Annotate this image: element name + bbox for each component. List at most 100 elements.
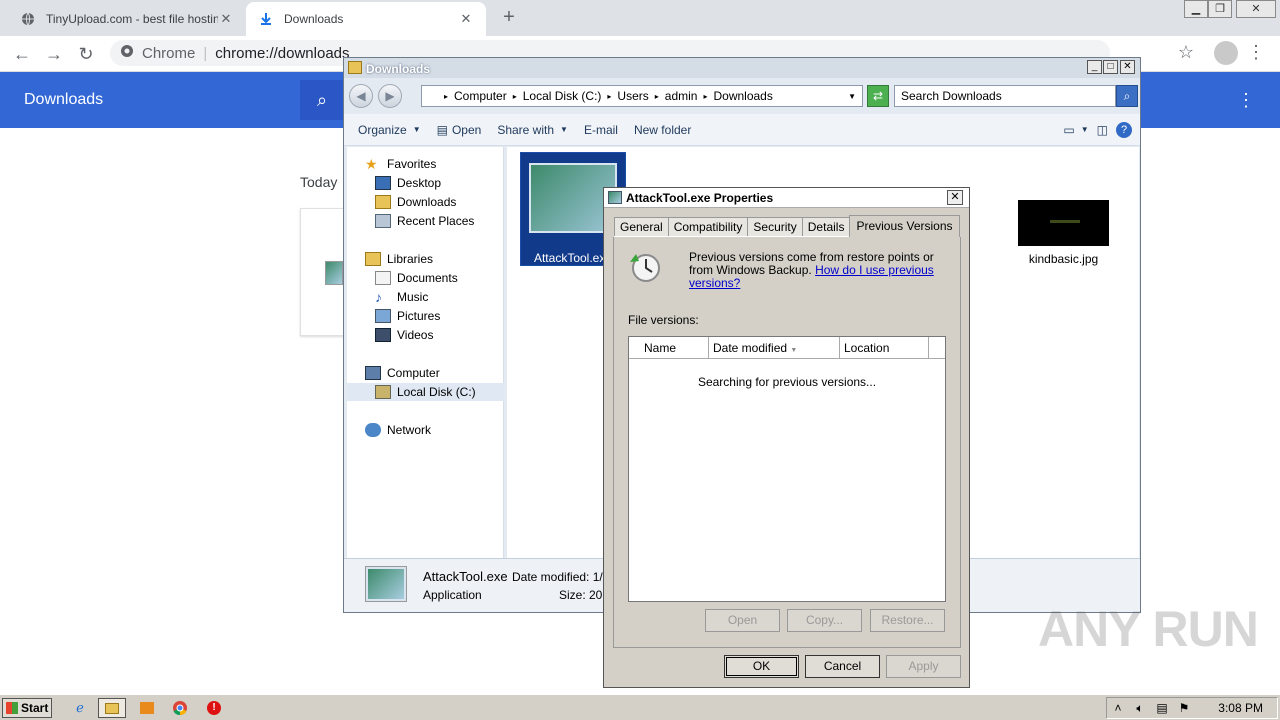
tab-security[interactable]: Security: [747, 217, 803, 237]
nav-videos[interactable]: Videos: [375, 328, 433, 342]
tab-previous-versions[interactable]: Previous Versions: [849, 215, 960, 237]
music-icon: ♪: [375, 289, 382, 305]
restore-button[interactable]: ❐: [1208, 0, 1232, 18]
breadcrumb[interactable]: ▸ Computer ▸ Local Disk (C:) ▸ Users ▸ a…: [421, 85, 863, 107]
breadcrumb-item[interactable]: Local Disk (C:): [523, 89, 602, 103]
nav-desktop[interactable]: Desktop: [375, 176, 441, 190]
nav-network[interactable]: Network: [365, 423, 431, 437]
breadcrumb-item[interactable]: admin: [665, 89, 698, 103]
chevron-right-icon: ▸: [703, 91, 708, 101]
star-icon: ★: [365, 156, 378, 172]
breadcrumb-item[interactable]: Downloads: [713, 89, 772, 103]
breadcrumb-item[interactable]: Users: [617, 89, 648, 103]
tab-general[interactable]: General: [614, 217, 669, 237]
omnibox-separator: |: [203, 44, 208, 62]
documents-icon: [375, 271, 391, 285]
system-tray: ˄ 🔈︎ ▤ ⚑ 3:08 PM: [1106, 697, 1278, 719]
search-icon[interactable]: ⌕: [300, 80, 344, 120]
email-button[interactable]: E-mail: [584, 123, 618, 137]
view-options-icon[interactable]: ▭ ▼: [1063, 123, 1088, 137]
tab-tinyupload[interactable]: TinyUpload.com - best file hosting sc ✕: [8, 2, 246, 36]
dialog-titlebar: AttackTool.exe Properties ✕: [604, 188, 969, 208]
media-player-icon[interactable]: [133, 698, 161, 718]
close-window-button[interactable]: ✕: [1236, 0, 1276, 18]
file-thumbnail[interactable]: [1018, 200, 1109, 246]
chrome-taskbar-icon[interactable]: [166, 698, 194, 718]
nav-documents[interactable]: Documents: [375, 271, 458, 285]
stop-icon[interactable]: !: [200, 698, 228, 718]
forward-button[interactable]: ▶: [378, 84, 402, 108]
nav-local-disk[interactable]: Local Disk (C:): [375, 385, 476, 399]
column-location[interactable]: Location: [840, 337, 929, 359]
dialog-title: AttackTool.exe Properties: [626, 191, 774, 205]
restore-button[interactable]: Restore...: [870, 609, 945, 632]
internet-explorer-icon[interactable]: ℯ: [66, 698, 94, 718]
close-button[interactable]: ✕: [947, 190, 963, 205]
details-date: Date modified: 1/2: [512, 570, 610, 584]
tab-details[interactable]: Details: [801, 217, 851, 237]
command-bar: Organize ▼ ▤ Open Share with ▼ E-mail New f…: [344, 114, 1140, 146]
minimize-button[interactable]: ▁: [1184, 0, 1208, 18]
file-name[interactable]: kindbasic.jpg: [1012, 252, 1115, 266]
organize-button[interactable]: Organize ▼: [358, 123, 421, 137]
cancel-button[interactable]: Cancel: [805, 655, 880, 678]
computer-icon: [365, 366, 381, 380]
open-icon: ▤: [436, 122, 448, 137]
nav-downloads[interactable]: Downloads: [375, 195, 456, 209]
omnibox-origin: Chrome: [142, 44, 196, 62]
explorer-taskbar-icon[interactable]: [98, 698, 126, 718]
nav-recent[interactable]: Recent Places: [375, 214, 474, 228]
network-icon[interactable]: ▤: [1151, 701, 1173, 715]
open-button[interactable]: Open: [705, 609, 780, 632]
new-tab-button[interactable]: +: [500, 6, 518, 28]
new-folder-button[interactable]: New folder: [634, 123, 691, 137]
profile-avatar[interactable]: [1214, 41, 1238, 65]
clock[interactable]: 3:08 PM: [1218, 701, 1263, 715]
maximize-button[interactable]: □: [1103, 60, 1118, 74]
flag-icon[interactable]: ⚑: [1173, 701, 1195, 715]
column-name[interactable]: Name: [629, 337, 709, 359]
nav-favorites[interactable]: ★ Favorites: [365, 157, 436, 171]
apply-button[interactable]: Apply: [886, 655, 961, 678]
close-icon[interactable]: ✕: [458, 11, 474, 27]
search-icon[interactable]: ⌕: [1116, 85, 1138, 107]
chrome-menu-icon[interactable]: ⋮: [1244, 40, 1268, 64]
nav-pictures[interactable]: Pictures: [375, 309, 440, 323]
breadcrumb-item[interactable]: Computer: [454, 89, 507, 103]
nav-libraries[interactable]: Libraries: [365, 252, 433, 266]
nav-computer[interactable]: Computer: [365, 366, 440, 380]
close-icon[interactable]: ✕: [218, 11, 234, 27]
back-button[interactable]: ←: [10, 42, 34, 66]
desktop-icon: [375, 176, 391, 190]
share-with-button[interactable]: Share with ▼: [497, 123, 568, 137]
chevron-down-icon[interactable]: ▼: [848, 92, 856, 101]
forward-button[interactable]: →: [42, 42, 66, 66]
open-button[interactable]: ▤ Open: [437, 123, 482, 137]
reload-button[interactable]: ↻: [74, 42, 98, 66]
windows-logo-icon: [6, 702, 18, 714]
minimize-button[interactable]: _: [1087, 60, 1102, 74]
close-button[interactable]: ✕: [1120, 60, 1135, 74]
tab-compatibility[interactable]: Compatibility: [667, 217, 749, 237]
show-hidden-icons-icon[interactable]: ˄: [1107, 701, 1129, 715]
versions-list[interactable]: Name Date modified ▼ Location Searching …: [628, 336, 946, 602]
taskbar: Start ℯ ! ˄ 🔈︎ ▤ ⚑ 3:08 PM: [0, 694, 1280, 720]
date-section-label: Today: [300, 174, 338, 190]
more-options-icon[interactable]: ⋮: [1236, 88, 1256, 112]
tab-downloads[interactable]: Downloads ✕: [246, 2, 486, 36]
search-input[interactable]: Search Downloads: [894, 85, 1116, 107]
preview-pane-icon[interactable]: ◫: [1097, 123, 1108, 137]
column-date-modified[interactable]: Date modified ▼: [709, 337, 840, 359]
folder-icon: [348, 61, 362, 74]
start-button[interactable]: Start: [2, 698, 52, 718]
bookmark-star-icon[interactable]: ☆: [1174, 40, 1198, 64]
help-icon[interactable]: ?: [1116, 121, 1132, 138]
ok-button[interactable]: OK: [724, 655, 799, 678]
chevron-down-icon: ▼: [560, 125, 568, 134]
nav-music[interactable]: ♪ Music: [375, 290, 428, 304]
refresh-button[interactable]: ⇄: [867, 85, 889, 107]
back-button[interactable]: ◀: [349, 84, 373, 108]
volume-icon[interactable]: 🔈︎: [1129, 701, 1151, 716]
copy-button[interactable]: Copy...: [787, 609, 862, 632]
pictures-icon: [375, 309, 391, 323]
